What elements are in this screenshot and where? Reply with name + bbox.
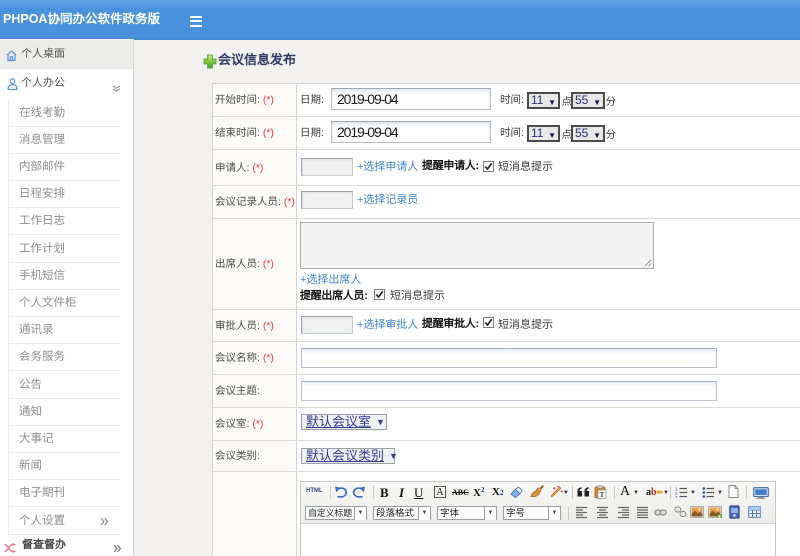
svg-text:3: 3 — [675, 495, 678, 498]
svg-text:T: T — [600, 491, 605, 499]
